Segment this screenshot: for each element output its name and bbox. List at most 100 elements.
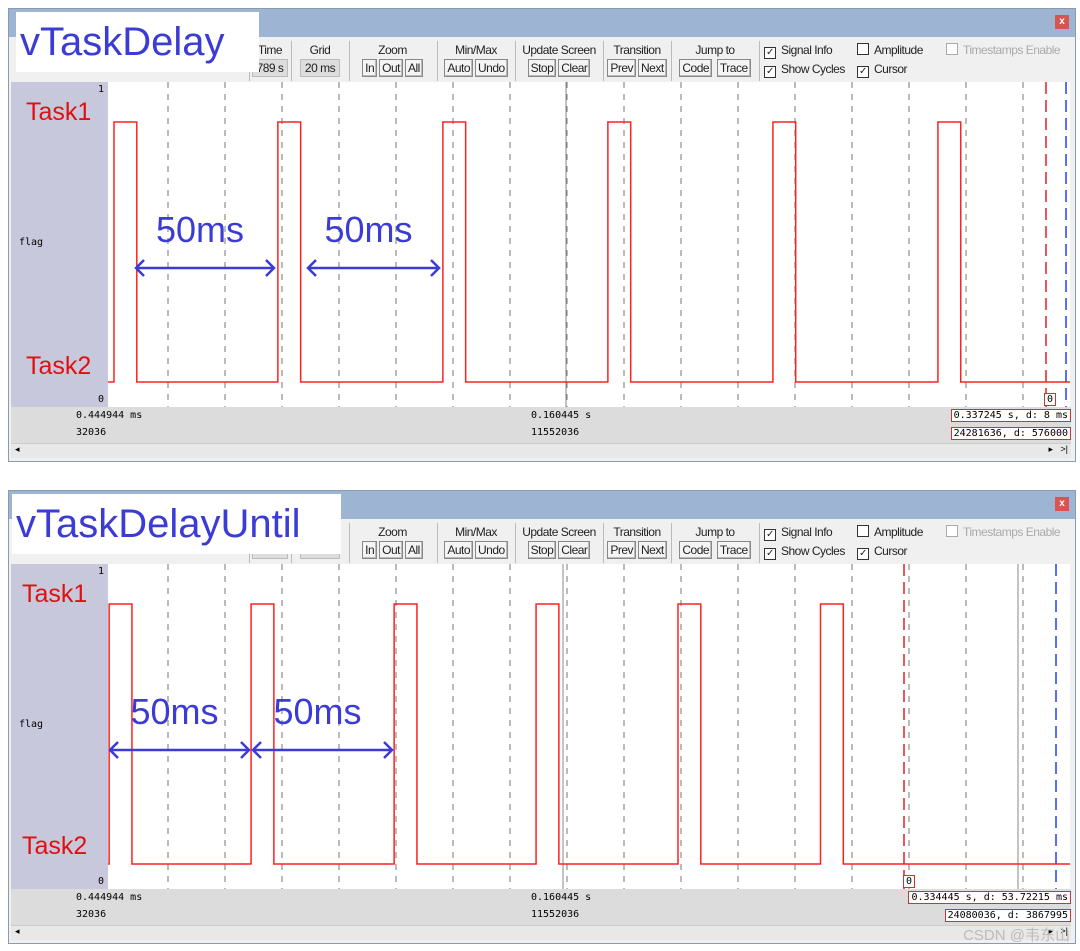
task2-label: Task2 <box>26 352 92 380</box>
transition-group: Transition Prev Next <box>603 41 670 81</box>
mid-time: 0.160445 s <box>531 892 592 903</box>
transition-label: Transition <box>613 525 661 539</box>
cursor-checkbox[interactable]: ✓ Cursor <box>857 544 908 560</box>
auto-button[interactable]: Auto <box>444 59 473 77</box>
high-level-label: 1 <box>97 566 104 577</box>
signal-info-checkbox[interactable]: ✓ Signal Info <box>764 43 833 59</box>
signal-info-label: Signal Info <box>781 525 833 539</box>
trace-button[interactable]: Trace <box>716 541 751 559</box>
left-time: 0.444944 ms <box>76 892 143 903</box>
show-cycles-label: Show Cycles <box>781 62 845 76</box>
waveform-plot[interactable] <box>108 564 1070 889</box>
scroll-left-icon[interactable]: ◂ <box>15 926 20 937</box>
zoom-group: Zoom In Out All <box>349 41 435 81</box>
trace-button[interactable]: Trace <box>716 59 751 77</box>
interval-label: 50ms <box>273 691 362 732</box>
amplitude-checkbox[interactable]: Amplitude <box>857 43 923 57</box>
undo-button[interactable]: Undo <box>475 541 508 559</box>
next-button[interactable]: Next <box>638 541 667 559</box>
horizontal-scrollbar[interactable]: ◂ ▸ >| <box>11 925 1071 940</box>
cursor-cycles-readout: 24281636, d: 576000 <box>950 427 1071 440</box>
check-icon: ✓ <box>764 548 776 560</box>
minmax-label: Min/Max <box>455 525 497 539</box>
left-cycles: 32036 <box>76 427 107 438</box>
show-cycles-checkbox[interactable]: ✓ Show Cycles <box>764 62 845 78</box>
check-icon: ✓ <box>764 529 776 541</box>
minmax-group: Min/Max Auto Undo <box>437 523 514 563</box>
prev-button[interactable]: Prev <box>607 541 636 559</box>
update-screen-label: Update Screen <box>522 43 596 57</box>
close-button[interactable]: x <box>1055 15 1069 29</box>
code-button[interactable]: Code <box>679 541 713 559</box>
prev-button[interactable]: Prev <box>607 59 636 77</box>
update-screen-label: Update Screen <box>522 525 596 539</box>
task1-label: Task1 <box>22 580 88 608</box>
jump-to-label: Jump to <box>695 43 735 57</box>
close-button[interactable]: x <box>1055 497 1069 511</box>
left-cycles: 32036 <box>76 909 107 920</box>
check-icon: ✓ <box>857 66 869 78</box>
status-bar: 0.444944 ms 32036 0.160445 s 11552036 0.… <box>11 875 1071 925</box>
zoom-all-button[interactable]: All <box>405 541 423 559</box>
cursor-time-readout: 0.337245 s, d: 8 ms <box>950 409 1071 422</box>
transition-group: Transition Prev Next <box>603 523 670 563</box>
overlay-title: vTaskDelayUntil <box>12 494 341 554</box>
signal-info-label: Signal Info <box>781 43 833 57</box>
low-level-label: 0 <box>97 876 104 887</box>
show-cycles-label: Show Cycles <box>781 544 845 558</box>
next-button[interactable]: Next <box>638 59 667 77</box>
transition-label: Transition <box>613 43 661 57</box>
amplitude-checkbox[interactable]: Amplitude <box>857 525 923 539</box>
jump-to-group: Jump to Code Trace <box>671 41 758 81</box>
signal-name[interactable]: flag <box>19 237 43 248</box>
auto-button[interactable]: Auto <box>444 541 473 559</box>
scroll-end-icon[interactable]: >| <box>1060 444 1068 454</box>
check-icon: ✓ <box>857 548 869 560</box>
task1-label: Task1 <box>26 98 92 126</box>
clear-button[interactable]: Clear <box>558 59 591 77</box>
stop-button[interactable]: Stop <box>527 59 557 77</box>
undo-button[interactable]: Undo <box>475 59 508 77</box>
signal-name[interactable]: flag <box>19 719 43 730</box>
cursor-checkbox[interactable]: ✓ Cursor <box>857 62 908 78</box>
minmax-label: Min/Max <box>455 43 497 57</box>
zoom-all-button[interactable]: All <box>405 59 423 77</box>
scroll-left-icon[interactable]: ◂ <box>15 444 20 455</box>
task2-label: Task2 <box>22 832 88 860</box>
interval-label: 50ms <box>156 209 245 250</box>
zoom-label: Zoom <box>378 43 407 57</box>
flag-waveform <box>108 121 1070 383</box>
update-screen-group: Update Screen Stop Clear <box>515 41 602 81</box>
low-level-label: 0 <box>97 394 104 405</box>
show-cycles-checkbox[interactable]: ✓ Show Cycles <box>764 544 845 560</box>
timestamps-checkbox: Timestamps Enable <box>946 525 1071 539</box>
waveform-plot[interactable] <box>108 82 1070 407</box>
scroll-right-icon[interactable]: ▸ <box>1048 444 1053 455</box>
jump-to-label: Jump to <box>695 525 735 539</box>
high-level-label: 1 <box>97 84 104 95</box>
zoom-out-button[interactable]: Out <box>379 59 403 77</box>
cursor-label: Cursor <box>874 62 908 76</box>
code-button[interactable]: Code <box>679 59 713 77</box>
signal-info-checkbox[interactable]: ✓ Signal Info <box>764 525 833 541</box>
zoom-out-button[interactable]: Out <box>379 541 403 559</box>
grid-label: Grid <box>309 43 331 57</box>
clear-button[interactable]: Clear <box>558 541 591 559</box>
watermark: CSDN @韦东山 <box>963 927 1070 944</box>
update-screen-group: Update Screen Stop Clear <box>515 523 602 563</box>
amplitude-label: Amplitude <box>874 43 923 57</box>
zoom-in-button[interactable]: In <box>362 59 378 77</box>
mid-cycles: 11552036 <box>531 427 580 438</box>
horizontal-scrollbar[interactable]: ◂ ▸ >| <box>11 443 1071 458</box>
amplitude-label: Amplitude <box>874 525 923 539</box>
timestamps-checkbox: Timestamps Enable <box>946 43 1071 57</box>
stop-button[interactable]: Stop <box>527 541 557 559</box>
cursor-label: Cursor <box>874 544 908 558</box>
cursor-marker-label: 0 <box>903 875 916 888</box>
minmax-group: Min/Max Auto Undo <box>437 41 514 81</box>
zoom-in-button[interactable]: In <box>362 541 378 559</box>
grid-value: 20 ms <box>299 59 341 77</box>
cursor-marker-label: 0 <box>1044 393 1057 406</box>
left-time: 0.444944 ms <box>76 410 143 421</box>
overlay-title: vTaskDelay <box>16 12 259 72</box>
